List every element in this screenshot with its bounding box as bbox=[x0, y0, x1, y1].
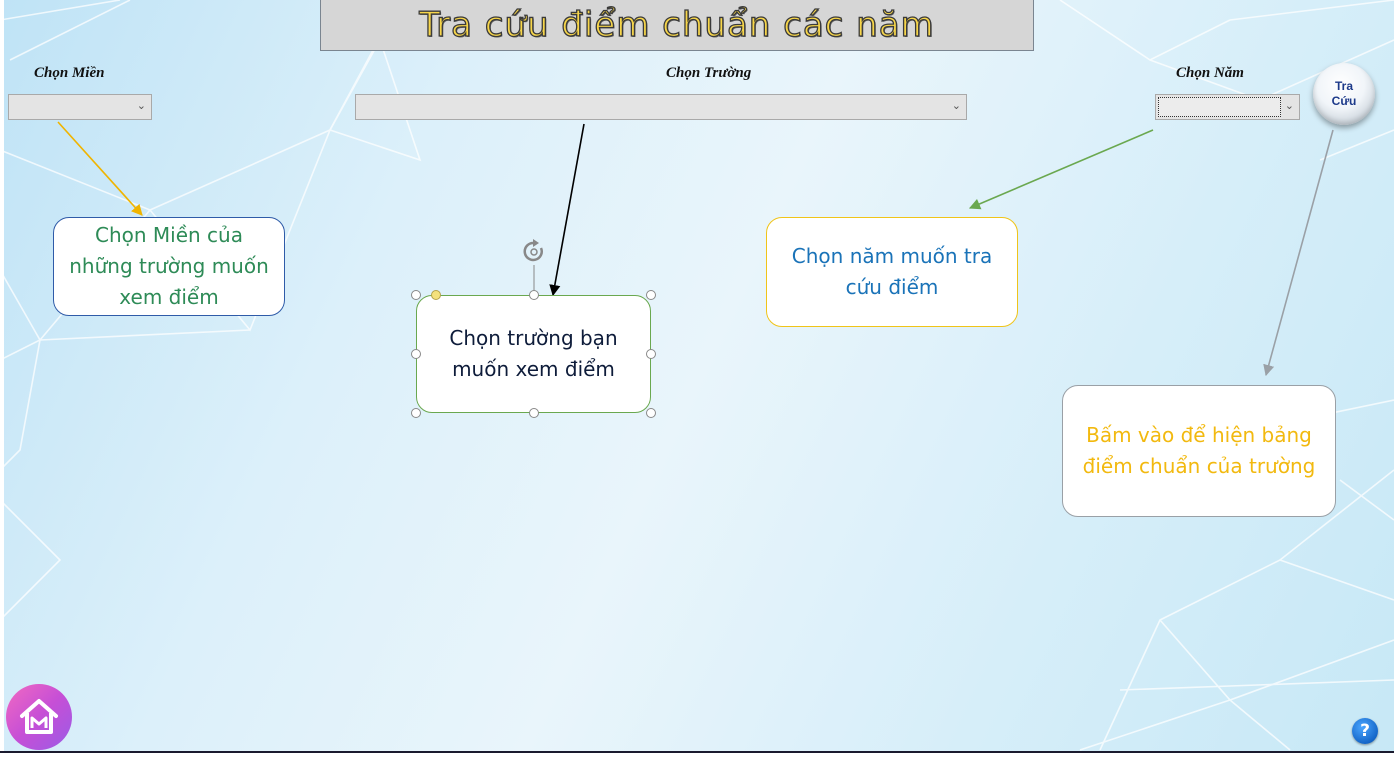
resize-handle[interactable] bbox=[411, 408, 421, 418]
year-callout-text: Chọn năm muốn tra cứu điểm bbox=[791, 244, 993, 299]
chevron-down-icon[interactable]: ⌄ bbox=[952, 99, 961, 112]
home-icon bbox=[20, 699, 58, 734]
chevron-down-icon[interactable]: ⌄ bbox=[137, 99, 146, 112]
year-dropdown[interactable]: ⌄ bbox=[1155, 94, 1300, 120]
year-dropdown-field[interactable] bbox=[1158, 97, 1281, 117]
resize-handle[interactable] bbox=[411, 349, 421, 359]
region-label: Chọn Miền bbox=[34, 65, 105, 81]
sheet-bottom-edge bbox=[0, 751, 1394, 758]
year-label: Chọn Năm bbox=[1176, 65, 1244, 81]
rotate-handle-icon[interactable] bbox=[518, 237, 550, 291]
resize-handle[interactable] bbox=[411, 290, 421, 300]
school-dropdown[interactable]: ⌄ bbox=[355, 94, 967, 120]
help-icon: ? bbox=[1360, 721, 1370, 741]
resize-handle[interactable] bbox=[646, 290, 656, 300]
region-callout[interactable]: Chọn Miền của những trường muốn xem điểm bbox=[53, 217, 285, 316]
search-button-line2: Cứu bbox=[1331, 94, 1357, 108]
region-dropdown[interactable]: ⌄ bbox=[8, 94, 152, 120]
resize-handle[interactable] bbox=[646, 349, 656, 359]
resize-handle[interactable] bbox=[646, 408, 656, 418]
chevron-down-icon[interactable]: ⌄ bbox=[1285, 99, 1294, 112]
search-button-line1: Tra bbox=[1334, 79, 1353, 93]
search-callout-text: Bấm vào để hiện bảng điểm chuẩn của trườ… bbox=[1082, 423, 1316, 478]
adjust-handle[interactable] bbox=[431, 290, 441, 300]
sheet-left-edge bbox=[0, 0, 4, 752]
home-button[interactable] bbox=[6, 684, 72, 750]
search-button[interactable]: Tra Cứu bbox=[1313, 63, 1375, 125]
resize-handle[interactable] bbox=[529, 290, 539, 300]
search-callout[interactable]: Bấm vào để hiện bảng điểm chuẩn của trườ… bbox=[1062, 385, 1336, 517]
resize-handle[interactable] bbox=[529, 408, 539, 418]
title-banner: Tra cứu điểm chuẩn các năm bbox=[320, 0, 1034, 51]
worksheet-canvas: Tra cứu điểm chuẩn các năm Chọn Miền Chọ… bbox=[0, 0, 1394, 758]
page-title: Tra cứu điểm chuẩn các năm bbox=[419, 4, 935, 45]
help-button[interactable]: ? bbox=[1352, 718, 1378, 744]
region-callout-text: Chọn Miền của những trường muốn xem điểm bbox=[69, 223, 269, 309]
school-callout[interactable]: Chọn trường bạn muốn xem điểm bbox=[416, 295, 651, 413]
year-callout[interactable]: Chọn năm muốn tra cứu điểm bbox=[766, 217, 1018, 327]
school-label: Chọn Trường bbox=[666, 65, 752, 81]
school-callout-text: Chọn trường bạn muốn xem điểm bbox=[449, 326, 618, 381]
